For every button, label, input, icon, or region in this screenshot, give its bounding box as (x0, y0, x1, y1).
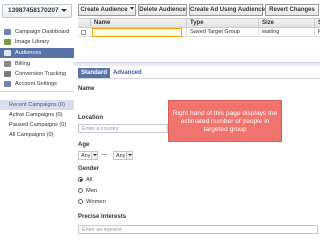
sidebar-item-label: Image Library (15, 39, 50, 45)
gender-option-all[interactable]: All (78, 176, 92, 184)
campaign-label: Paused Campaigns (0) (9, 122, 67, 128)
sidebar-item-account-settings[interactable]: Account Settings (0, 79, 74, 89)
cell-type: Saved Target Group (186, 28, 258, 37)
create-ad-button[interactable]: Create Ad Using Audience (189, 4, 265, 16)
account-id: 13987458170207 (8, 7, 59, 14)
chevron-down-icon (61, 9, 67, 12)
sidebar-item-image-library[interactable]: Image Library (0, 37, 74, 47)
radio-icon (78, 199, 83, 204)
age-from-select[interactable]: Any (78, 151, 98, 160)
sidebar-item-label: Campaign Dashboard (15, 29, 70, 35)
cell-s: R (314, 28, 320, 37)
radio-selected-icon (78, 177, 83, 182)
annotation-callout: Right hand of this page displays the est… (168, 100, 282, 142)
create-ad-label: Create Ad Using Audience (190, 7, 265, 13)
radio-icon (78, 188, 83, 193)
sidebar-item-recent-campaigns[interactable]: Recent Campaigns (0) (0, 100, 74, 110)
sidebar-item-label: Account Settings (15, 81, 57, 87)
sidebar-item-audiences[interactable]: Audiences (0, 48, 74, 58)
callout-text: Right hand of this page displays the est… (172, 110, 278, 133)
revert-changes-button[interactable]: Revert Changes (265, 4, 319, 16)
sidebar-item-campaign-dashboard[interactable]: Campaign Dashboard (0, 27, 74, 37)
audience-icon (4, 50, 11, 56)
image-icon (4, 39, 11, 45)
audience-table: Name Type Size S Saved Target Group wait… (78, 18, 320, 38)
campaign-label: All Campaigns (0) (9, 132, 54, 138)
sidebar-item-active-campaigns[interactable]: Active Campaigns (0) (0, 110, 74, 120)
sidebar-item-label: Billing (15, 61, 30, 67)
targeting-form: Standard Advanced Name Location Enter a … (76, 66, 320, 240)
gender-option-label: Men (86, 188, 98, 194)
age-from-value: Any (81, 153, 91, 159)
gender-label: Gender (78, 166, 100, 172)
location-input[interactable]: Enter a country (78, 124, 168, 133)
tab-divider (76, 78, 320, 79)
billing-icon (4, 61, 11, 67)
tab-advanced[interactable]: Advanced (110, 68, 145, 78)
sidebar-item-conversion-tracking[interactable]: Conversion Tracking (0, 69, 74, 79)
column-header-s[interactable]: S (314, 19, 320, 28)
campaign-label: Recent Campaigns (0) (9, 102, 65, 108)
gender-option-label: All (86, 177, 93, 183)
toolbar: Create Audience Delete Audience Create A… (78, 4, 320, 17)
delete-audience-label: Delete Audience (139, 7, 186, 13)
create-audience-label: Create Audience (80, 7, 128, 13)
sidebar: Campaign Dashboard Image Library Audienc… (0, 22, 74, 240)
sidebar-item-label: Conversion Tracking (15, 71, 66, 77)
sidebar-item-paused-campaigns[interactable]: Paused Campaigns (0) (0, 120, 74, 130)
delete-audience-button[interactable]: Delete Audience (138, 4, 187, 16)
sidebar-item-billing[interactable]: Billing (0, 59, 74, 69)
chevron-down-icon (126, 152, 132, 159)
location-label: Location (78, 115, 103, 121)
column-header-name[interactable]: Name (90, 19, 186, 28)
gender-option-men[interactable]: Men (78, 187, 97, 195)
table-header: Name Type Size S (78, 19, 320, 28)
sidebar-item-label: Audiences (15, 50, 42, 56)
cell-size: waiting (258, 28, 314, 37)
column-header-type[interactable]: Type (186, 19, 258, 28)
row-checkbox[interactable] (81, 30, 86, 35)
settings-icon (4, 81, 11, 87)
chevron-down-icon (91, 152, 97, 159)
tab-standard[interactable]: Standard (78, 68, 111, 78)
sidebar-item-all-campaigns[interactable]: All Campaigns (0) (0, 130, 74, 140)
table-row[interactable]: Saved Target Group waiting R (78, 28, 320, 37)
audience-name-input[interactable] (92, 28, 182, 37)
interests-input[interactable]: Enter an interest (78, 225, 318, 234)
gender-option-women[interactable]: Women (78, 198, 106, 206)
tracking-icon (4, 71, 11, 77)
revert-changes-label: Revert Changes (269, 7, 315, 13)
create-audience-button[interactable]: Create Audience (78, 4, 136, 16)
name-label: Name (78, 86, 95, 92)
gender-option-label: Women (86, 199, 106, 205)
age-to-value: Any (116, 153, 126, 159)
interests-label: Precise Interests (78, 214, 127, 220)
chevron-down-icon (129, 7, 134, 10)
dashboard-icon (4, 29, 11, 35)
account-selector[interactable]: 13987458170207 (2, 4, 72, 18)
age-label: Age (78, 142, 90, 148)
campaign-label: Active Campaigns (0) (9, 112, 63, 118)
age-to-select[interactable]: Any (113, 151, 133, 160)
column-header-size[interactable]: Size (258, 19, 314, 28)
age-separator: — (101, 152, 107, 158)
